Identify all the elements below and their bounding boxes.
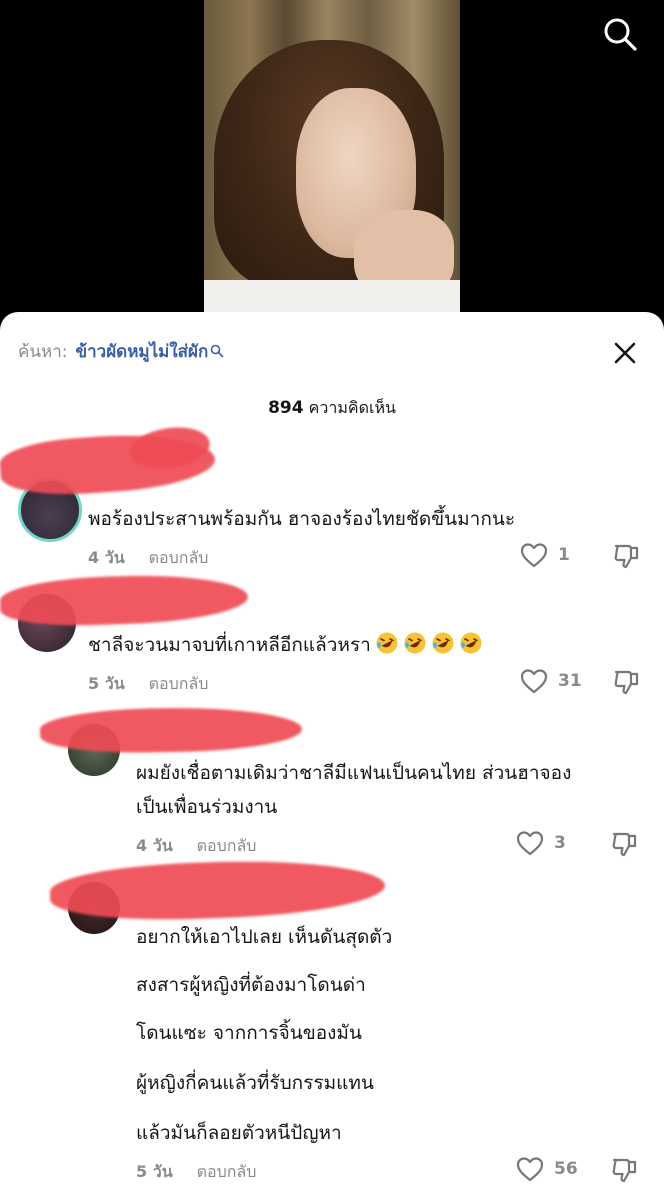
comment-age: 5 วัน [136,1162,173,1181]
like-control[interactable]: 1 [520,542,570,568]
heart-icon[interactable] [516,1156,544,1182]
rofl-emoji-icon [404,632,426,654]
search-suggestion[interactable]: ค้นหา: ข้าวผัดหมูไม่ใส่ผัก [18,338,224,364]
comments-sheet: ค้นหา: ข้าวผัดหมูไม่ใส่ผัก 894 ความคิดเห… [0,312,664,1200]
comment-text-line: ชาลีจะวนมาจบที่เกาหลีอีกแล้วหรา [88,634,371,656]
username-redaction [0,571,249,629]
rofl-emoji-icon [432,632,454,654]
reply-button[interactable]: ตอบกลับ [197,1160,257,1185]
like-count: 1 [558,545,570,565]
comment-text-line: เป็นเพื่อนร่วมงาน [136,796,278,818]
comment-count-label: ความคิดเห็น [308,398,396,417]
dislike-icon[interactable] [612,542,642,572]
rofl-emoji-icon [376,632,398,654]
like-count: 3 [554,833,566,853]
like-control[interactable]: 31 [520,668,582,694]
reply-button[interactable]: ตอบกลับ [149,672,209,697]
close-icon[interactable] [608,336,642,370]
rofl-emoji-icon [460,632,482,654]
reply-button[interactable]: ตอบกลับ [149,546,209,571]
username-redaction [49,856,386,924]
comment-text-line: ผมยังเชื่อตามเดิมว่าชาลีมีแฟนเป็นคนไทย ส… [136,762,572,784]
comment-item: พอร้องประสานพร้อมกัน ฮาจองร้องไทยชัดขึ้น… [0,422,664,572]
comment-reply-item: อยากให้เอาไปเลย เห็นดันสุดตัว สงสารผู้หญ… [0,852,664,1200]
comment-item: ชาลีจะวนมาจบที่เกาหลีอีกแล้วหรา 5 วัน ตอ… [0,571,664,702]
dislike-icon[interactable] [610,1156,640,1186]
comment-text: ชาลีจะวนมาจบที่เกาหลีอีกแล้วหรา [88,628,483,662]
search-icon [210,344,224,358]
comment-text-line: อยากให้เอาไปเลย เห็นดันสุดตัว [136,926,393,948]
heart-icon[interactable] [520,668,548,694]
comment-meta: 4 วัน ตอบกลับ [88,546,208,571]
comment-age: 4 วัน [88,548,125,567]
heart-icon[interactable] [520,542,548,568]
username-redaction [39,705,303,755]
video-area[interactable] [0,0,664,330]
like-count: 31 [558,671,582,691]
comment-text-line: สงสารผู้หญิงที่ต้องมาโดนด่า [136,974,366,996]
comment-text-line: ผู้หญิงกี่คนแล้วที่รับกรรมแทน [136,1072,374,1094]
video-thumbnail[interactable] [204,0,460,318]
comment-text-line: โดนแซะ จากการจิ้นของมัน [136,1022,362,1044]
search-prefix-label: ค้นหา: [18,341,68,362]
like-count: 56 [554,1159,578,1179]
comment-count: 894 ความคิดเห็น [0,396,664,421]
comment-text: พอร้องประสานพร้อมกัน ฮาจองร้องไทยชัดขึ้น… [88,508,516,530]
dislike-icon[interactable] [612,668,642,698]
search-icon[interactable] [600,14,640,54]
comment-reply-item: ผมยังเชื่อตามเดิมว่าชาลีมีแฟนเป็นคนไทย ส… [0,700,664,870]
like-control[interactable]: 56 [516,1156,578,1182]
comment-meta: 5 วัน ตอบกลับ [136,1160,256,1185]
comment-age: 5 วัน [88,674,125,693]
search-query-link[interactable]: ข้าวผัดหมูไม่ใส่ผัก [75,338,208,365]
comment-count-number: 894 [268,398,304,418]
comment-text-line: แล้วมันก็ลอยตัวหนีปัญหา [136,1122,342,1144]
comment-meta: 5 วัน ตอบกลับ [88,672,208,697]
